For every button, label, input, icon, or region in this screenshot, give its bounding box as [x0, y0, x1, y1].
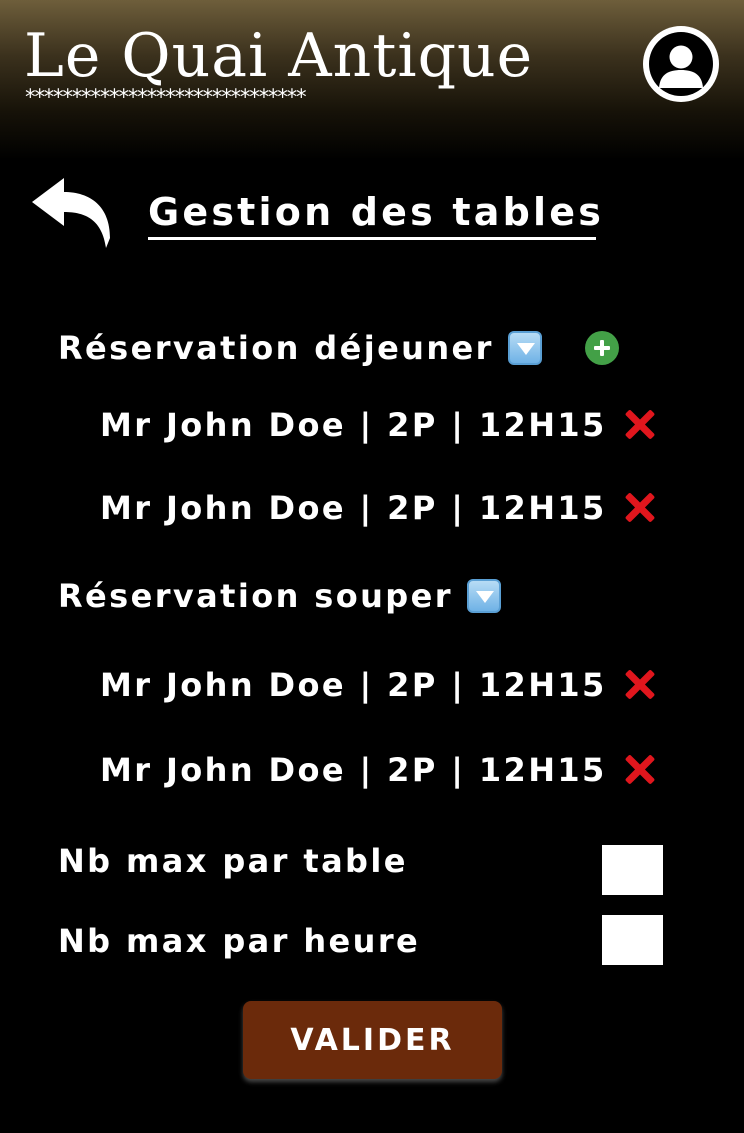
delete-icon[interactable] [621, 752, 657, 788]
submit-button[interactable]: VALIDER [243, 1001, 502, 1079]
max-per-table-input[interactable] [602, 845, 663, 895]
add-icon[interactable] [585, 331, 619, 365]
dinner-section-header: Réservation souper [58, 576, 501, 616]
header: Le Quai Antique ************************… [0, 0, 744, 160]
reservation-text: Mr John Doe | 2P | 12H15 [100, 406, 607, 444]
back-arrow-icon[interactable] [30, 172, 114, 248]
dropdown-arrow-icon[interactable] [507, 331, 542, 365]
delete-icon[interactable] [621, 490, 657, 526]
reservation-text: Mr John Doe | 2P | 12H15 [100, 751, 607, 789]
reservation-text: Mr John Doe | 2P | 12H15 [100, 666, 607, 704]
list-item: Mr John Doe | 2P | 12H15 [100, 665, 657, 705]
list-item: Mr John Doe | 2P | 12H15 [100, 488, 657, 528]
delete-icon[interactable] [621, 667, 657, 703]
brand-title[interactable]: Le Quai Antique [24, 20, 533, 92]
max-per-table-label: Nb max par table [58, 842, 408, 880]
dropdown-arrow-icon[interactable] [466, 579, 501, 613]
list-item: Mr John Doe | 2P | 12H15 [100, 405, 657, 445]
dinner-section-title[interactable]: Réservation souper [58, 576, 453, 616]
max-per-hour-label: Nb max par heure [58, 922, 421, 960]
lunch-section-header: Réservation déjeuner [58, 328, 542, 368]
user-avatar-icon[interactable] [643, 26, 719, 102]
title-underline [148, 237, 596, 240]
reservation-text: Mr John Doe | 2P | 12H15 [100, 489, 607, 527]
max-per-hour-input[interactable] [602, 915, 663, 965]
brand-stars-decoration: ****************************** [24, 85, 308, 109]
lunch-section-title[interactable]: Réservation déjeuner [58, 328, 494, 368]
page-title: Gestion des tables [148, 190, 605, 234]
delete-icon[interactable] [621, 407, 657, 443]
list-item: Mr John Doe | 2P | 12H15 [100, 750, 657, 790]
